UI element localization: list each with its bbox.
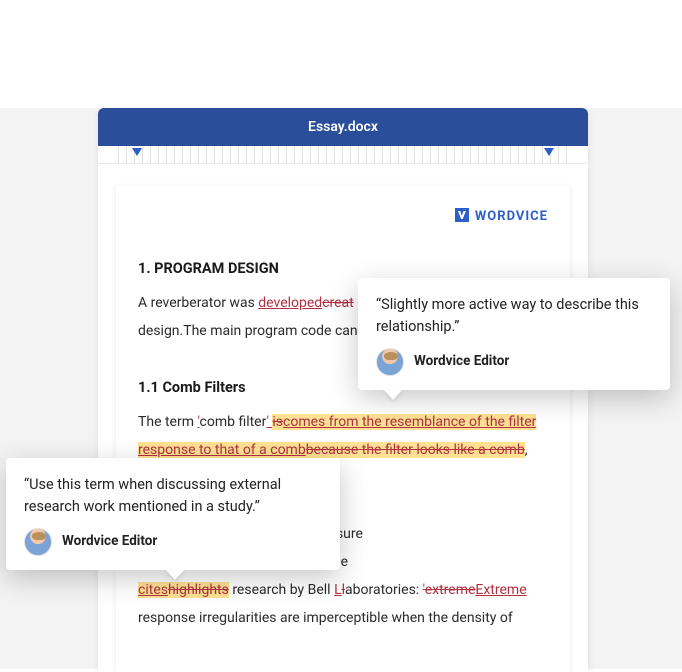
author-name: Wordvice Editor: [62, 531, 157, 551]
comment-tooltip: Slightly more active way to describe thi…: [358, 278, 670, 390]
text: research by Bell: [229, 582, 334, 598]
tracked-delete: because the filter looks like a comb: [306, 442, 525, 458]
text: A reverberator was: [138, 295, 258, 311]
text: comb filter: [200, 414, 267, 430]
document-page: WORDVICE 1. PROGRAM DESIGN A reverberato…: [116, 186, 570, 672]
tracked-delete: highlights: [168, 582, 229, 598]
ruler-ticks: [118, 146, 568, 163]
brand: WORDVICE: [138, 204, 548, 230]
ruler: [98, 146, 588, 164]
tracked-insert: Extreme: [475, 582, 526, 598]
comment-text: Slightly more active way to describe thi…: [376, 294, 652, 338]
text: ,: [525, 442, 528, 458]
ruler-indent-right[interactable]: [544, 148, 554, 156]
stage: Essay.docx WORDVICE 1. PROGRAM DESIGN A …: [0, 108, 682, 669]
author-name: Wordvice Editor: [414, 351, 509, 371]
tracked-insert: cites: [138, 582, 168, 598]
avatar-icon: [24, 528, 52, 556]
tracked-delete: creat: [322, 295, 354, 311]
window-titlebar: Essay.docx: [98, 108, 588, 146]
tracked-delete: extreme: [425, 582, 476, 598]
tooltip-arrow-icon: [166, 570, 184, 580]
ruler-indent-left[interactable]: [132, 148, 142, 156]
tracked-insert: developed: [258, 295, 322, 311]
avatar-icon: [376, 348, 404, 376]
tooltip-arrow-icon: [384, 390, 402, 400]
text: response irregularities are imperceptibl…: [138, 610, 513, 626]
document-window: Essay.docx WORDVICE 1. PROGRAM DESIGN A …: [98, 108, 588, 672]
brand-logo-icon: [455, 208, 469, 222]
tracked-delete: is: [272, 414, 283, 430]
comment-tooltip: Use this term when discussing external r…: [6, 458, 340, 570]
window-title: Essay.docx: [308, 119, 378, 135]
text: design.The main program code can: [138, 323, 358, 339]
comment-text: Use this term when discussing external r…: [24, 474, 322, 518]
tracked-insert: L: [334, 582, 342, 598]
brand-name: WORDVICE: [475, 209, 548, 224]
comment-author: Wordvice Editor: [376, 348, 652, 376]
text: aboratories:: [345, 582, 423, 598]
text: The term: [138, 414, 197, 430]
comment-author: Wordvice Editor: [24, 528, 322, 556]
